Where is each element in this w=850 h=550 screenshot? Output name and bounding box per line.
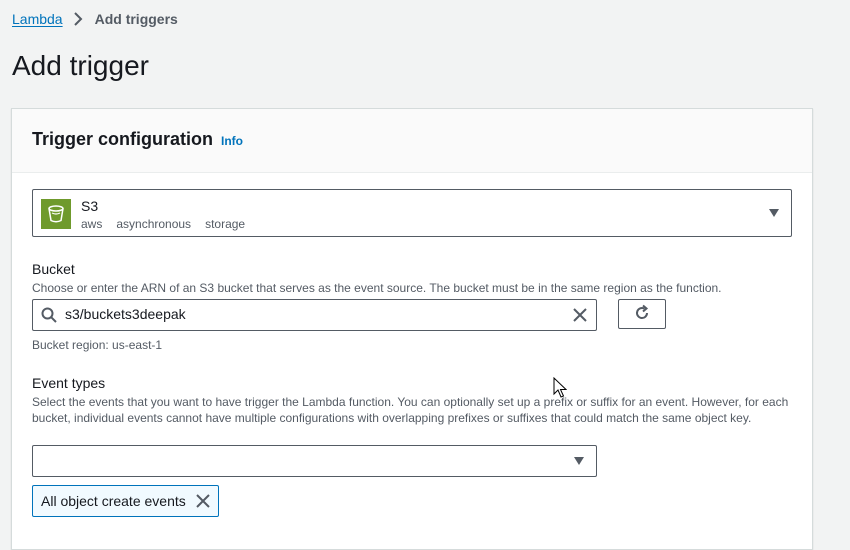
- event-types-label: Event types: [32, 375, 106, 391]
- event-types-select[interactable]: [32, 445, 597, 477]
- caret-down-icon: [769, 209, 779, 217]
- clear-icon[interactable]: [573, 308, 587, 327]
- trigger-source-name: S3: [81, 198, 99, 214]
- event-type-token: All object create events: [32, 485, 219, 517]
- s3-bucket-icon: [41, 199, 71, 229]
- info-link[interactable]: Info: [221, 134, 243, 148]
- breadcrumb-current: Add triggers: [94, 11, 178, 27]
- search-icon: [41, 307, 57, 328]
- bucket-description: Choose or enter the ARN of an S3 bucket …: [32, 281, 722, 295]
- tag-aws: aws: [81, 217, 103, 231]
- refresh-button[interactable]: [618, 299, 666, 329]
- mouse-pointer-icon: [553, 376, 568, 404]
- trigger-source-tags: aws asynchronous storage: [81, 217, 245, 231]
- trigger-configuration-panel: Trigger configuration Info S3 aws asynch…: [11, 108, 813, 550]
- remove-token-icon[interactable]: [196, 494, 210, 508]
- tag-storage: storage: [205, 217, 246, 231]
- page-title: Add trigger: [12, 50, 149, 81]
- tag-asynchronous: asynchronous: [116, 217, 192, 231]
- caret-down-icon: [574, 457, 584, 465]
- bucket-region: Bucket region: us-east-1: [32, 338, 163, 352]
- breadcrumb-lambda-link[interactable]: Lambda: [12, 11, 63, 27]
- panel-title: Trigger configuration: [32, 129, 214, 149]
- event-types-description: Select the events that you want to have …: [32, 395, 789, 425]
- token-label: All object create events: [41, 493, 186, 509]
- breadcrumb: Lambda Add triggers: [12, 11, 178, 27]
- panel-header: Trigger configuration Info: [12, 109, 812, 173]
- trigger-source-select[interactable]: S3 aws asynchronous storage: [32, 189, 792, 237]
- bucket-label: Bucket: [32, 261, 75, 277]
- bucket-search-field[interactable]: [32, 299, 597, 331]
- refresh-icon: [633, 304, 651, 325]
- bucket-input[interactable]: [65, 300, 565, 328]
- chevron-right-icon: [73, 12, 83, 26]
